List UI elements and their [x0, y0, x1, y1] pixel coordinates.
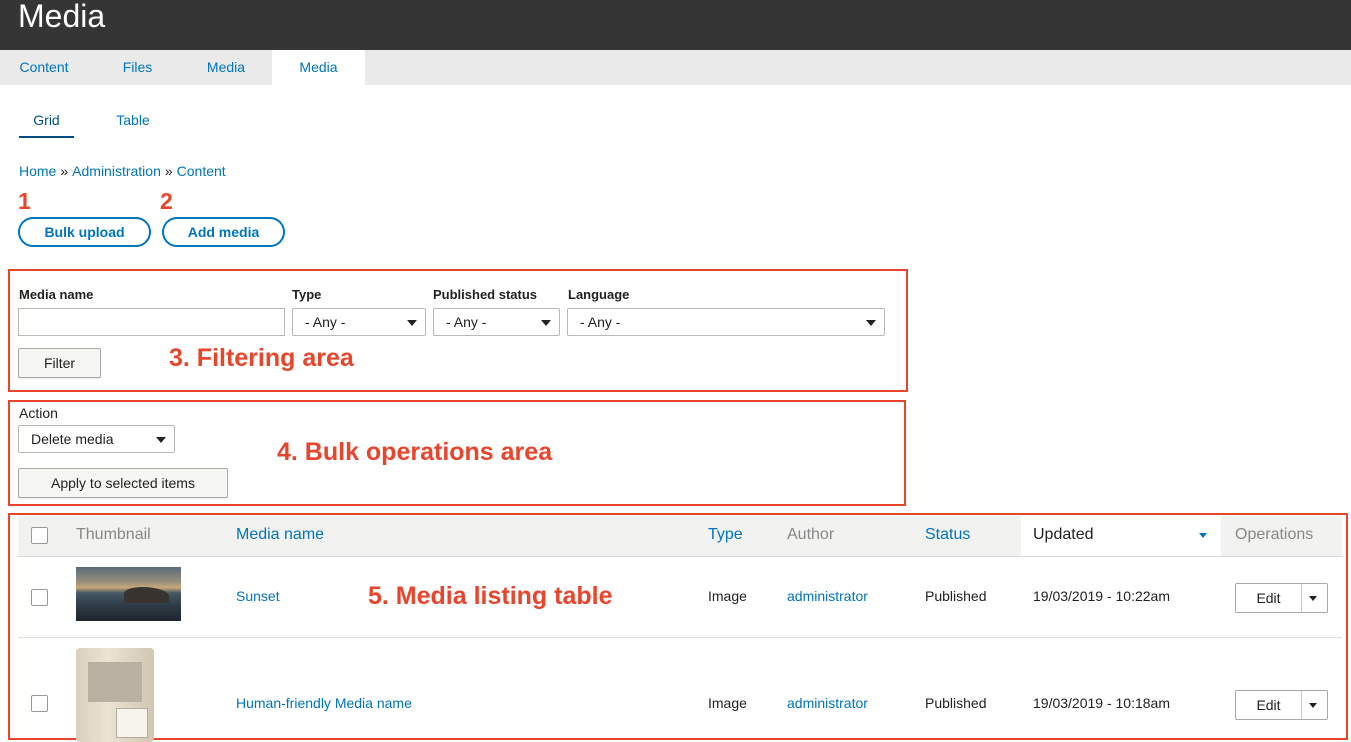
author-link[interactable]: administrator: [787, 695, 868, 711]
column-status[interactable]: Status: [925, 516, 970, 556]
thumbnail-device-shape: [116, 708, 148, 738]
page-header: Media: [0, 0, 1351, 50]
column-updated[interactable]: Updated: [1021, 516, 1221, 556]
media-name-link[interactable]: Human-friendly Media name: [236, 695, 412, 711]
column-thumbnail: Thumbnail: [76, 526, 151, 543]
apply-to-selected-button[interactable]: Apply to selected items: [18, 468, 228, 498]
page-title: Media: [18, 0, 106, 34]
media-name-label: Media name: [19, 287, 94, 302]
edit-button[interactable]: Edit: [1236, 584, 1302, 612]
table-header: Thumbnail Media name Type Author Status …: [18, 516, 1342, 557]
filtering-area-annotation: 3. Filtering area: [169, 344, 354, 372]
type-select[interactable]: - Any -: [292, 308, 426, 336]
author-link[interactable]: administrator: [787, 588, 868, 604]
add-media-button[interactable]: Add media: [162, 217, 285, 247]
tab-media[interactable]: Media: [190, 50, 262, 85]
media-listing-annotation: 5. Media listing table: [368, 582, 613, 610]
bulk-operations-annotation: 4. Bulk operations area: [277, 438, 553, 466]
action-label: Action: [19, 405, 58, 421]
tab-content[interactable]: Content: [0, 50, 88, 85]
annotation-number-2: 2: [160, 188, 173, 214]
status-text: Published: [925, 588, 987, 604]
tab-table[interactable]: Table: [108, 110, 158, 136]
tab-files[interactable]: Files: [100, 50, 175, 85]
language-select-value: - Any -: [580, 314, 621, 330]
sort-descending-icon: [1199, 533, 1207, 538]
column-type[interactable]: Type: [708, 516, 743, 556]
type-label: Type: [292, 287, 322, 302]
chevron-down-icon: [407, 320, 417, 326]
type-select-value: - Any -: [305, 314, 346, 330]
thumbnail-image[interactable]: [76, 567, 181, 621]
chevron-down-icon: [1309, 596, 1317, 601]
thumbnail-panel-shape: [88, 662, 142, 702]
breadcrumb-separator: »: [60, 163, 69, 179]
operations-toggle[interactable]: [1300, 584, 1327, 612]
tab-grid[interactable]: Grid: [19, 110, 74, 138]
select-all-checkbox[interactable]: [31, 527, 48, 544]
breadcrumb-separator: »: [164, 163, 173, 179]
breadcrumb-administration[interactable]: Administration: [72, 163, 161, 179]
column-media-name[interactable]: Media name: [236, 516, 324, 556]
chevron-down-icon: [156, 437, 166, 443]
updated-date: 19/03/2019 - 10:22am: [1033, 588, 1170, 604]
table-row: Sunset Image administrator Published 19/…: [18, 556, 1342, 638]
media-type: Image: [708, 695, 747, 711]
thumbnail-image[interactable]: [76, 648, 154, 742]
annotation-number-1: 1: [18, 188, 31, 214]
tab-media-active[interactable]: Media: [272, 50, 365, 85]
column-updated-label: Updated: [1033, 526, 1094, 543]
published-status-select-value: - Any -: [446, 314, 487, 330]
media-type: Image: [708, 588, 747, 604]
operations-toggle[interactable]: [1300, 691, 1327, 719]
table-row: Human-friendly Media name Image administ…: [18, 638, 1342, 742]
filter-button[interactable]: Filter: [18, 348, 101, 378]
language-select[interactable]: - Any -: [567, 308, 885, 336]
thumbnail-rock-shape: [124, 587, 169, 603]
breadcrumb-content[interactable]: Content: [177, 163, 226, 179]
breadcrumb: Home» Administration» Content: [19, 163, 226, 179]
chevron-down-icon: [866, 320, 876, 326]
operations-dropbutton: Edit: [1235, 690, 1328, 720]
column-author: Author: [787, 526, 835, 543]
chevron-down-icon: [541, 320, 551, 326]
row-checkbox[interactable]: [31, 695, 48, 712]
bulk-upload-button[interactable]: Bulk upload: [18, 217, 151, 247]
updated-date: 19/03/2019 - 10:18am: [1033, 695, 1170, 711]
media-name-link[interactable]: Sunset: [236, 588, 280, 604]
status-text: Published: [925, 695, 987, 711]
primary-tabs: Content Files Media Media: [0, 50, 1351, 85]
edit-button[interactable]: Edit: [1236, 691, 1302, 719]
published-status-select[interactable]: - Any -: [433, 308, 560, 336]
media-name-input[interactable]: [18, 308, 285, 336]
action-select-value: Delete media: [31, 431, 114, 447]
row-checkbox[interactable]: [31, 589, 48, 606]
column-operations: Operations: [1235, 526, 1314, 543]
breadcrumb-home[interactable]: Home: [19, 163, 56, 179]
operations-dropbutton: Edit: [1235, 583, 1328, 613]
language-label: Language: [568, 287, 630, 302]
action-select[interactable]: Delete media: [18, 425, 175, 453]
published-status-label: Published status: [433, 287, 538, 302]
chevron-down-icon: [1309, 703, 1317, 708]
